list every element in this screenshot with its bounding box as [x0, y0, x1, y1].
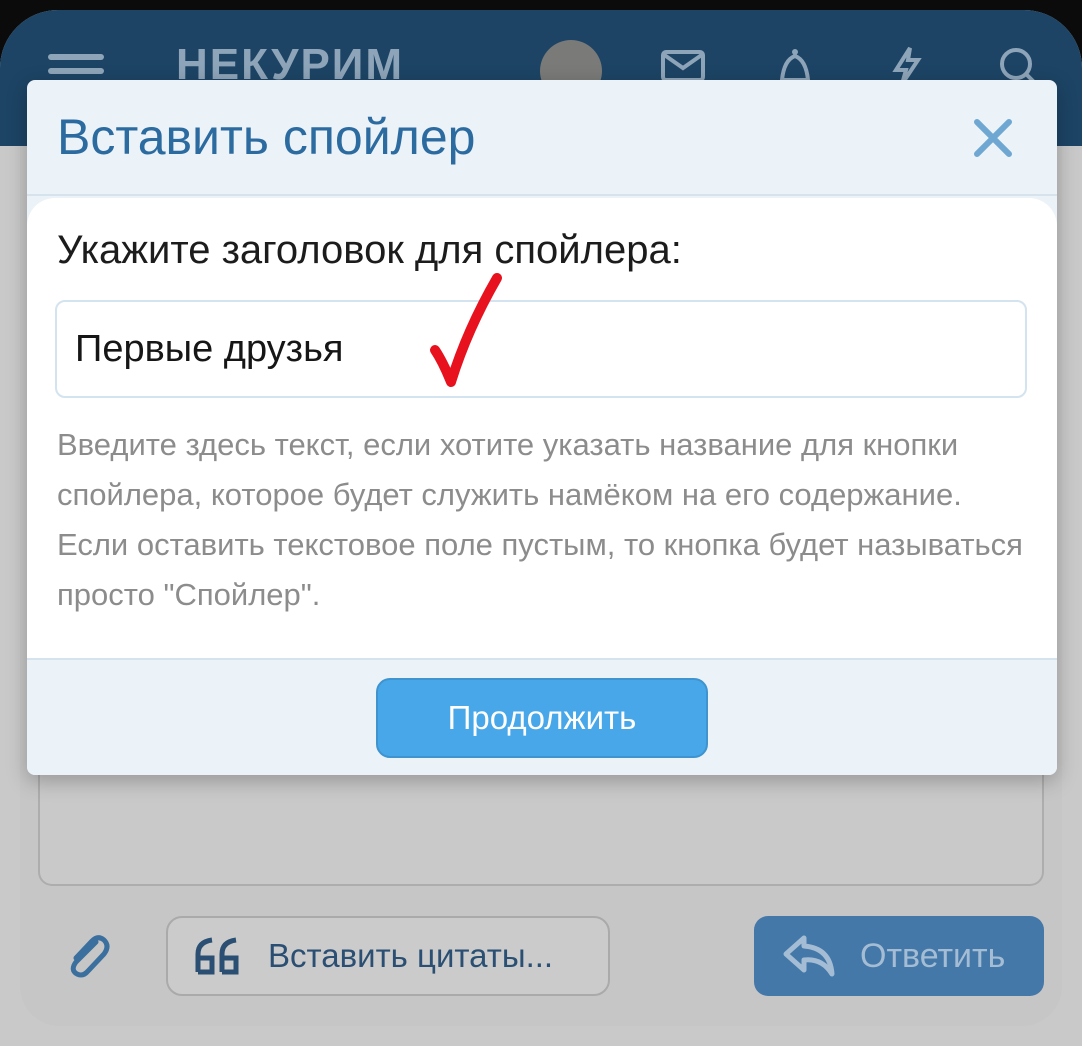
continue-button[interactable]: Продолжить: [376, 678, 708, 758]
insert-quotes-button[interactable]: Вставить цитаты...: [166, 916, 610, 996]
spoiler-hint-text: Введите здесь текст, если хотите указать…: [57, 427, 1023, 612]
reply-button[interactable]: Ответить: [754, 916, 1044, 996]
spoiler-title-label: Укажите заголовок для спойлера:: [57, 228, 682, 272]
insert-quotes-label: Вставить цитаты...: [268, 937, 554, 974]
close-icon[interactable]: [971, 116, 1015, 160]
message-editor[interactable]: [38, 758, 1044, 886]
insert-spoiler-dialog: Вставить спойлер Укажите заголовок для с…: [27, 80, 1057, 775]
reply-icon: [782, 934, 836, 978]
reply-label: Ответить: [860, 936, 1006, 975]
dialog-body: Укажите заголовок для спойлера: Введите …: [27, 198, 1057, 658]
dialog-footer: Продолжить: [27, 658, 1057, 775]
phone-screen: НЕКУРИМ Вставить цитаты... Ответить Вста…: [0, 10, 1082, 1046]
quote-icon: [194, 936, 244, 976]
dialog-title: Вставить спойлер: [57, 109, 476, 165]
spoiler-title-input[interactable]: [55, 300, 1027, 398]
paperclip-icon[interactable]: [62, 930, 112, 980]
dialog-header: Вставить спойлер: [27, 80, 1057, 196]
